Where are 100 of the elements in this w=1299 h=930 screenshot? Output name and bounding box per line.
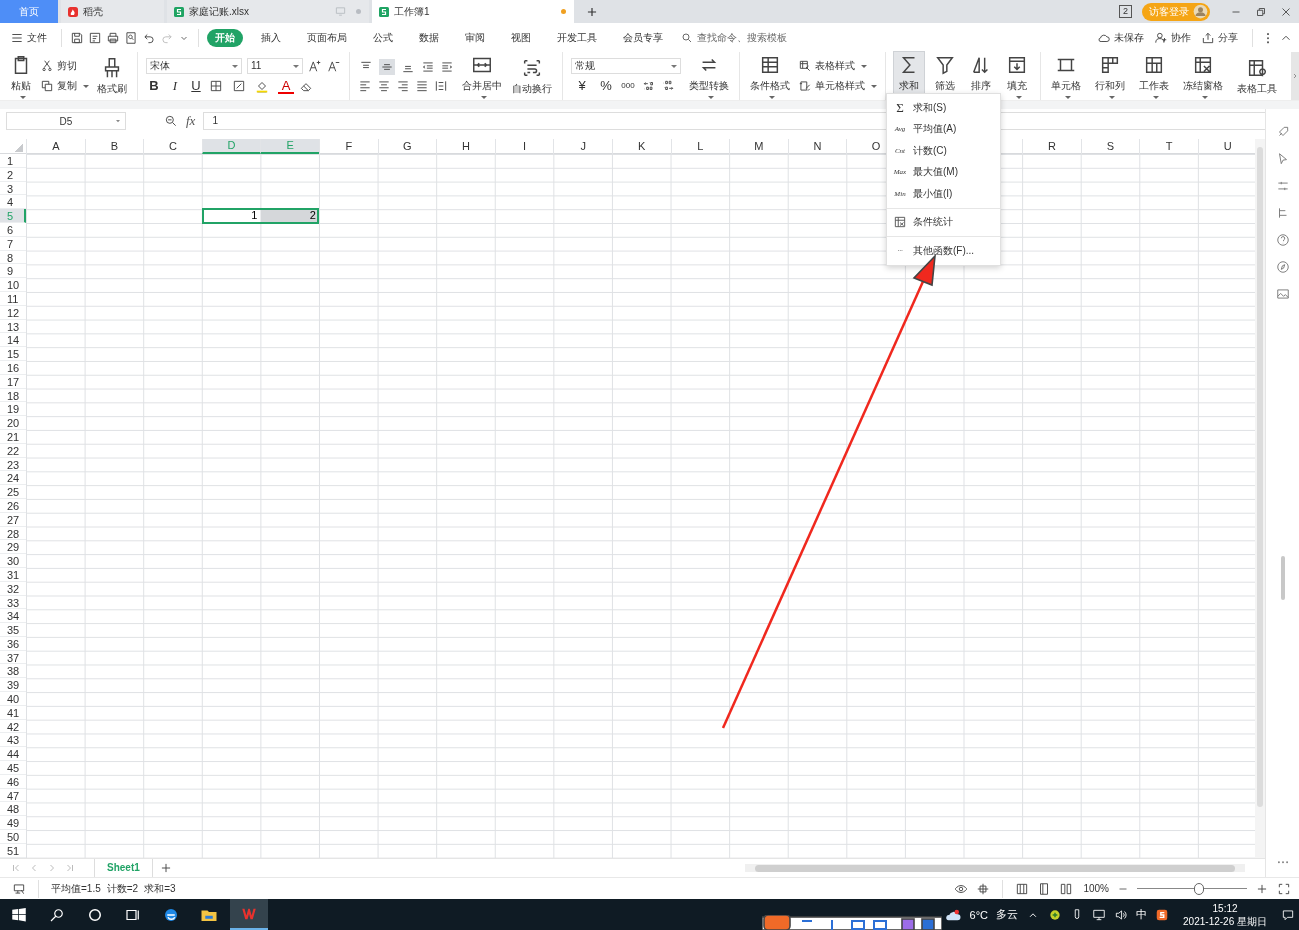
row-header[interactable]: 31 xyxy=(0,567,26,582)
command-search-field[interactable]: 查找命令、搜索模板 xyxy=(681,31,809,44)
border-icon[interactable] xyxy=(209,79,223,93)
column-header[interactable]: I xyxy=(494,139,554,154)
unsaved-button[interactable]: 未保存 xyxy=(1097,30,1144,45)
document-tab[interactable]: 稻壳 xyxy=(61,0,164,23)
row-header[interactable]: 48 xyxy=(0,802,26,817)
number-format-field[interactable]: 常规 xyxy=(571,58,681,74)
ribbon-tab[interactable]: 插入 xyxy=(253,28,289,47)
align-right-icon[interactable] xyxy=(396,79,410,93)
row-header[interactable]: 16 xyxy=(0,360,26,375)
menu-item[interactable]: 条件统计 xyxy=(887,211,1000,233)
fill-color-icon[interactable] xyxy=(255,79,269,93)
share-button[interactable]: 分享 xyxy=(1201,30,1238,45)
security-icon[interactable] xyxy=(1048,907,1063,922)
font-color-button[interactable]: A xyxy=(278,78,294,94)
ribbon-tab[interactable]: 公式 xyxy=(365,28,401,47)
row-header[interactable]: 41 xyxy=(0,705,26,720)
underline-button[interactable]: U xyxy=(188,78,204,94)
file-menu[interactable]: 文件 xyxy=(10,30,47,45)
copy-button[interactable]: 复制 xyxy=(40,79,89,93)
zoom-icon[interactable] xyxy=(164,114,178,128)
row-header[interactable]: 3 xyxy=(0,181,26,196)
ribbon-button[interactable]: 表格工具 xyxy=(1235,54,1279,98)
decrease-indent-icon[interactable] xyxy=(421,60,435,74)
row-header[interactable]: 50 xyxy=(0,830,26,844)
document-tab[interactable]: 工作簿1 xyxy=(372,0,574,23)
row-header[interactable]: 1 xyxy=(0,154,26,168)
percent-button[interactable]: % xyxy=(598,78,614,94)
column-header[interactable]: M xyxy=(729,139,788,154)
ribbon-tab[interactable]: 会员专享 xyxy=(615,28,671,47)
ribbon-tab[interactable]: 视图 xyxy=(503,28,539,47)
save-icon[interactable] xyxy=(70,30,84,45)
align-center-icon[interactable] xyxy=(377,79,391,93)
ribbon-button[interactable]: 冻结窗格 xyxy=(1181,51,1225,101)
row-header[interactable]: 49 xyxy=(0,816,26,831)
row-header[interactable]: 43 xyxy=(0,733,26,748)
ribbon-tab[interactable]: 数据 xyxy=(411,28,447,47)
row-header[interactable]: 11 xyxy=(0,291,26,306)
document-tab[interactable]: 家庭记账.xlsx xyxy=(167,0,369,23)
column-header[interactable]: N xyxy=(787,139,847,154)
justify-icon[interactable] xyxy=(415,79,429,93)
row-header[interactable]: 17 xyxy=(0,374,26,389)
column-header[interactable]: H xyxy=(436,139,495,154)
ribbon-button[interactable]: 填充 xyxy=(1002,51,1032,101)
table-style-button[interactable]: 表格样式 xyxy=(798,59,877,73)
windows-start-icon[interactable] xyxy=(10,905,28,924)
paste-button[interactable]: 粘贴 xyxy=(8,51,34,101)
network-icon[interactable] xyxy=(1092,907,1107,922)
distribute-icon[interactable] xyxy=(434,79,448,93)
row-header[interactable]: 51 xyxy=(0,843,26,858)
row-header[interactable]: 28 xyxy=(0,526,26,541)
ribbon-button[interactable]: 行和列 xyxy=(1093,51,1127,101)
increase-decimal-icon[interactable] xyxy=(642,79,656,93)
row-header[interactable]: 27 xyxy=(0,512,26,527)
row-header[interactable]: 19 xyxy=(0,402,26,417)
row-header[interactable]: 18 xyxy=(0,388,26,403)
input-method-indicator[interactable]: 中 xyxy=(1136,907,1148,922)
font-size-field[interactable]: 11 xyxy=(247,58,303,74)
row-header[interactable]: 47 xyxy=(0,788,26,803)
compass-icon[interactable] xyxy=(1275,260,1290,274)
row-header[interactable]: 10 xyxy=(0,278,26,292)
row-header[interactable]: 29 xyxy=(0,540,26,555)
thousands-button[interactable]: 000 xyxy=(619,78,637,94)
row-header[interactable]: 42 xyxy=(0,719,26,734)
macro-icon[interactable] xyxy=(12,881,26,896)
row-header[interactable]: 2 xyxy=(0,167,26,182)
row-header[interactable]: 6 xyxy=(0,223,26,237)
column-header[interactable]: F xyxy=(318,139,378,154)
column-header[interactable]: C xyxy=(143,139,202,154)
ribbon-button[interactable]: 工作表 xyxy=(1137,51,1171,101)
increase-font-icon[interactable] xyxy=(308,59,322,73)
italic-button[interactable]: I xyxy=(167,78,183,94)
row-header[interactable]: 33 xyxy=(0,595,26,610)
side-panel-handle[interactable] xyxy=(1280,556,1285,600)
format-painter-button[interactable]: 格式刷 xyxy=(95,54,129,98)
sliders-icon[interactable] xyxy=(1275,179,1290,193)
print-preview-icon[interactable] xyxy=(124,30,138,45)
help-icon[interactable] xyxy=(1275,233,1290,247)
row-header[interactable]: 32 xyxy=(0,581,26,596)
currency-button[interactable]: ¥ xyxy=(571,78,593,94)
column-header[interactable]: G xyxy=(377,139,437,154)
conditional-format-button[interactable]: 条件格式 xyxy=(748,51,792,101)
row-header[interactable]: 37 xyxy=(0,650,26,665)
row-header[interactable]: 13 xyxy=(0,319,26,334)
export-icon[interactable] xyxy=(88,30,102,45)
row-header[interactable]: 39 xyxy=(0,678,26,693)
vertical-align-button[interactable] xyxy=(379,59,395,75)
page-break-icon[interactable] xyxy=(1059,881,1074,896)
row-header[interactable]: 38 xyxy=(0,664,26,679)
column-header[interactable]: K xyxy=(611,139,671,154)
zoom-level[interactable]: 100% xyxy=(1083,883,1109,894)
row-header[interactable]: 35 xyxy=(0,623,26,637)
row-header[interactable]: 20 xyxy=(0,416,26,430)
notification-icon[interactable] xyxy=(1281,907,1295,922)
fullscreen-icon[interactable] xyxy=(1277,881,1291,896)
align-left-icon[interactable] xyxy=(358,79,372,93)
column-header[interactable]: J xyxy=(553,139,612,154)
type-convert-button[interactable]: 类型转换 xyxy=(687,51,731,101)
bold-button[interactable]: B xyxy=(146,78,162,94)
